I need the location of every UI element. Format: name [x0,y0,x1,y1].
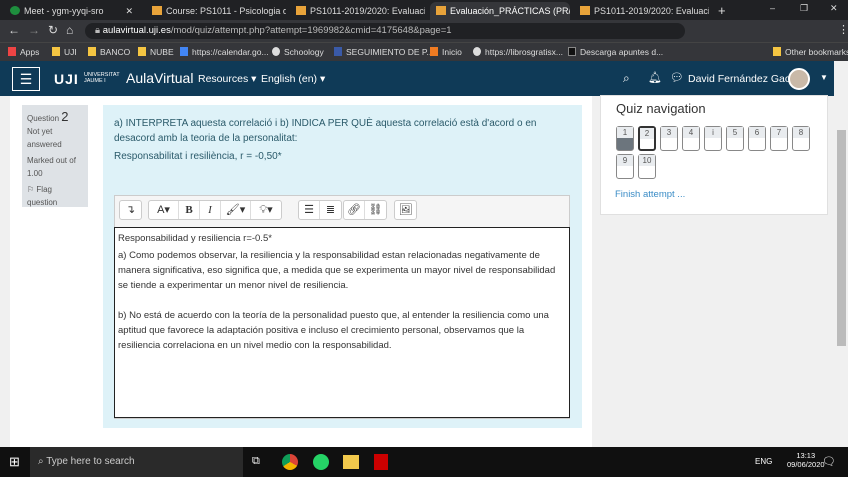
bell-icon[interactable]: 🔔︎ [648,71,662,84]
bookmark-libros[interactable]: https://librosgratisx... [473,47,563,57]
notifications-icon[interactable]: 🗨︎ [822,455,836,468]
resources-menu[interactable]: Resources ▾ [198,73,256,85]
whatsapp-icon[interactable] [313,454,329,470]
chat-icon[interactable]: 💬︎ [670,71,684,84]
clock[interactable]: 13:13 09/06/2020 [787,451,825,469]
taskbar-search-input[interactable]: ⌕ Type here to search [30,447,243,477]
language-indicator[interactable]: ENG [755,457,772,466]
site-navbar: ☰ UJI UNIVERSITAT JAUME I AulaVirtual Re… [0,61,834,96]
flag-icon: ⚐ [27,185,37,194]
unlink-button[interactable]: ⛓︎ [365,201,386,219]
bullet-list-button[interactable]: ☰ [299,201,320,219]
quiz-nav-button[interactable]: 6 [748,126,766,151]
tab-practicas[interactable]: Evaluación_PRÁCTICAS (PR/LA [430,2,570,20]
bookmark-calendar[interactable]: https://calendar.go... [180,47,269,57]
quiz-nav-button[interactable]: 3 [660,126,678,151]
numbered-list-button[interactable]: ≣ [320,201,341,219]
new-tab-button[interactable]: + [718,3,726,18]
answer-textarea[interactable]: Responsabilidad y resiliencia r=-0.5* a)… [114,227,570,418]
acrobat-icon[interactable] [374,454,388,470]
quiz-nav-button[interactable]: 8 [792,126,810,151]
tab-course[interactable]: Course: PS1011 - Psicologia de [146,2,286,20]
maximize-button[interactable]: ❐ [800,3,808,14]
quiz-nav-button[interactable]: 10 [638,154,656,179]
back-icon[interactable]: ← [8,23,20,37]
finish-attempt-link[interactable]: Finish attempt ... [615,189,685,200]
moodle-icon [436,6,446,15]
brand-link[interactable]: AulaVirtual [126,70,193,86]
close-window-button[interactable]: ✕ [830,3,838,14]
bookmark-banco[interactable]: BANCO [88,47,130,57]
tab-evaluacion-2[interactable]: PS1011-2019/2020: Evaluación [574,2,709,20]
bookmark-nube[interactable]: NUBE [138,47,174,57]
task-view-icon[interactable]: ⧉ [252,455,260,468]
bookmark-descarga[interactable]: Descarga apuntes d... [568,47,663,57]
chrome-icon[interactable] [282,454,298,470]
bookmark-uji[interactable]: UJI [52,47,77,57]
quiz-nav-button[interactable]: 7 [770,126,788,151]
language-menu[interactable]: English (en) ▾ [261,73,325,85]
flag-question-link[interactable]: ⚐ Flag question [27,183,83,209]
url-input[interactable]: 🔒︎ aulavirtual.uji.es/mod/quiz/attempt.p… [85,23,685,39]
meet-icon [10,6,20,15]
menu-toggle-button[interactable]: ☰ [12,67,40,91]
close-tab-icon[interactable]: ✕ [125,6,133,17]
scrollbar-thumb[interactable] [837,130,846,346]
moodle-icon [152,6,162,15]
reload-icon[interactable]: ↻ [48,23,58,37]
italic-button[interactable]: I [200,201,221,219]
question-grade: Marked out of 1.00 [27,156,76,178]
quiz-nav-button[interactable]: 1 [616,126,634,151]
question-subtext: Responsabilitat i resiliència, r = -0,50… [114,151,282,162]
hint-button[interactable]: 💡︎▾ [251,201,281,219]
tab-evaluacion[interactable]: PS1011-2019/2020: Evaluación [290,2,425,20]
bookmark-other[interactable]: Other bookmarks [773,47,848,57]
quiz-navigation-title: Quiz navigation [616,101,706,116]
user-name[interactable]: David Fernández Gaona [688,73,802,85]
forward-icon[interactable]: → [28,23,40,37]
file-explorer-icon[interactable] [343,455,359,469]
minimize-button[interactable]: – [770,3,775,13]
quiz-nav-button[interactable]: i [704,126,722,151]
moodle-icon [296,6,306,15]
quiz-nav-button[interactable]: 5 [726,126,744,151]
image-button[interactable]: 🖼︎ [395,201,416,219]
bookmarks-bar: Apps UJI BANCO NUBE https://calendar.go.… [0,42,848,61]
menu-dots-icon[interactable]: ⋮ [838,23,848,36]
home-icon[interactable]: ⌂ [66,23,73,37]
bookmark-seguimiento[interactable]: SEGUIMIENTO DE P... [334,47,434,57]
tab-meet[interactable]: Meet - ygm-yyqi-sro ✕ [4,2,139,20]
quiz-nav-button[interactable]: 2 [638,126,656,151]
toolbar-toggle-button[interactable]: ↴ [120,201,141,219]
browser-tab-bar: Meet - ygm-yyqi-sro ✕ Course: PS1011 - Ps… [0,0,848,20]
bookmark-apps[interactable]: Apps [8,47,39,57]
link-button[interactable]: 🔗︎ [344,201,365,219]
bookmark-inicio[interactable]: Inicio [430,47,462,57]
quiz-nav-button[interactable]: 4 [682,126,700,151]
font-style-button[interactable]: A▾ [149,201,179,219]
bold-button[interactable]: B [179,201,200,219]
question-status: Not yet answered [27,127,62,149]
question-text: a) INTERPRETA aquesta correlació i b) IN… [114,118,537,144]
font-color-button[interactable]: 🖌︎▾ [221,201,251,219]
search-icon: ⌕ [38,456,47,467]
question-info: Question 2 Not yet answered Marked out o… [22,105,88,207]
uji-logo[interactable]: UJI [54,71,79,87]
bookmark-schoology[interactable]: Schoology [272,47,324,57]
lock-icon: 🔒︎ [95,25,103,36]
user-menu-chevron-icon[interactable]: ▼ [820,73,828,82]
avatar[interactable] [788,68,810,90]
moodle-icon [580,6,590,15]
search-icon[interactable]: ⌕ [623,71,630,86]
windows-start-icon[interactable]: ⊞ [9,454,20,470]
quiz-nav-button[interactable]: 9 [616,154,634,179]
